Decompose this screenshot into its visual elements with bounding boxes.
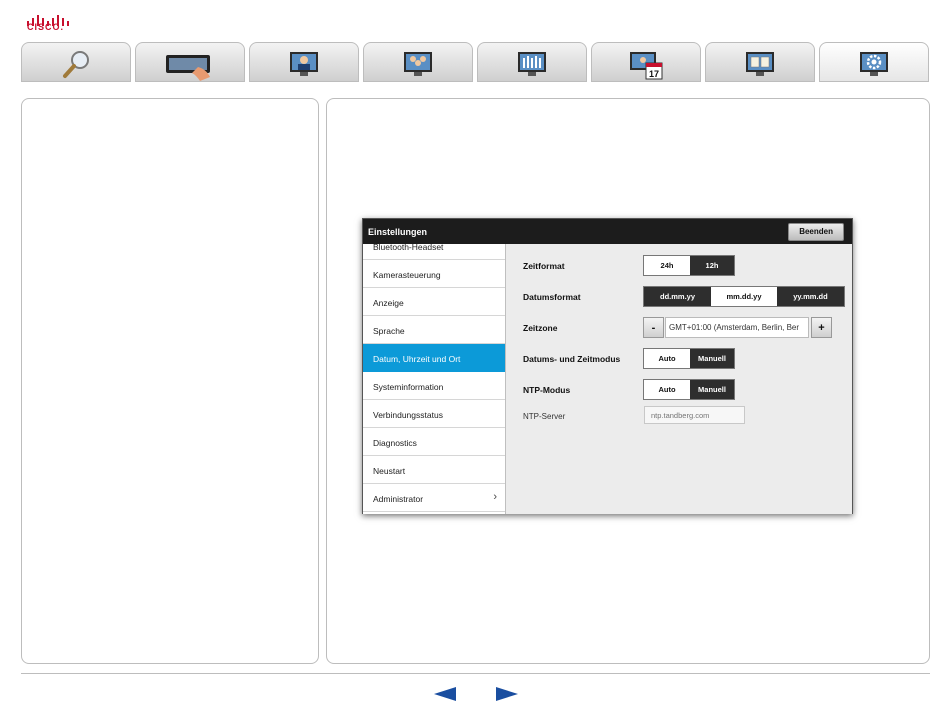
menu-item-language[interactable]: Sprache bbox=[363, 316, 505, 344]
camera-control-icon bbox=[518, 52, 546, 76]
date-time-mode-label: Datums- und Zeitmodus bbox=[523, 354, 621, 364]
timezone-decrement-button[interactable]: - bbox=[643, 317, 664, 338]
calendar-icon: 17 bbox=[630, 52, 663, 80]
date-time-mode-auto-option[interactable]: Auto bbox=[644, 349, 690, 368]
touch-panel-icon bbox=[166, 55, 210, 81]
ntp-mode-manual-option[interactable]: Manuell bbox=[690, 380, 734, 399]
left-content-panel bbox=[21, 98, 319, 664]
tab-multipoint-call[interactable] bbox=[363, 42, 473, 82]
timezone-increment-button[interactable]: + bbox=[811, 317, 832, 338]
time-format-label: Zeitformat bbox=[523, 261, 565, 271]
menu-item-camera-control[interactable]: Kamerasteuerung bbox=[363, 260, 505, 288]
date-time-mode-manual-option[interactable]: Manuell bbox=[690, 349, 734, 368]
menu-item-date-time-location[interactable]: Datum, Uhrzeit und Ort bbox=[363, 344, 505, 372]
ntp-server-input[interactable] bbox=[644, 406, 745, 424]
date-format-label: Datumsformat bbox=[523, 292, 581, 302]
timezone-value: GMT+01:00 (Amsterdam, Berlin, Ber bbox=[665, 317, 809, 338]
date-time-mode-toggle: Auto Manuell bbox=[643, 348, 735, 369]
tab-search[interactable] bbox=[21, 42, 131, 82]
tab-camera-control[interactable] bbox=[477, 42, 587, 82]
menu-item-diagnostics[interactable]: Diagnostics bbox=[363, 428, 505, 456]
date-format-yymmdd-option[interactable]: yy.mm.dd bbox=[777, 287, 844, 306]
tab-manual[interactable] bbox=[705, 42, 815, 82]
window-title-bar: Einstellungen Beenden bbox=[363, 219, 852, 244]
top-tab-bar: 17 bbox=[21, 42, 931, 83]
tab-touch-panel[interactable] bbox=[135, 42, 245, 82]
footer-divider bbox=[21, 673, 930, 674]
manual-book-icon bbox=[746, 52, 774, 76]
magnifier-icon bbox=[63, 51, 89, 78]
menu-item-bluetooth-headset[interactable]: Bluetooth-Headset bbox=[363, 244, 505, 260]
time-format-24h-option[interactable]: 24h bbox=[644, 256, 690, 275]
video-call-icon bbox=[290, 52, 318, 76]
previous-page-arrow-icon[interactable] bbox=[434, 687, 456, 701]
ntp-server-label: NTP-Server bbox=[523, 412, 566, 421]
settings-menu: Bluetooth-Headset Kamerasteuerung Anzeig… bbox=[363, 244, 506, 514]
ntp-mode-auto-option[interactable]: Auto bbox=[644, 380, 690, 399]
date-format-mmddyy-option[interactable]: mm.dd.yy bbox=[711, 287, 777, 306]
settings-gear-icon bbox=[860, 52, 888, 76]
ntp-mode-toggle: Auto Manuell bbox=[643, 379, 735, 400]
menu-item-system-information[interactable]: Systeminformation bbox=[363, 372, 505, 400]
multipoint-call-icon bbox=[404, 52, 432, 76]
window-title: Einstellungen bbox=[368, 227, 428, 237]
menu-item-display[interactable]: Anzeige bbox=[363, 288, 505, 316]
tab-calendar[interactable]: 17 bbox=[591, 42, 701, 82]
menu-item-administrator[interactable]: Administrator › bbox=[363, 484, 505, 512]
time-format-toggle: 24h 12h bbox=[643, 255, 735, 276]
tab-settings[interactable] bbox=[819, 42, 929, 82]
settings-content: Zeitformat 24h 12h Datumsformat dd.mm.yy… bbox=[506, 244, 852, 514]
calendar-day: 17 bbox=[649, 69, 659, 79]
close-button[interactable]: Beenden bbox=[788, 223, 844, 241]
menu-item-connection-status[interactable]: Verbindungsstatus bbox=[363, 400, 505, 428]
tab-video-call[interactable] bbox=[249, 42, 359, 82]
ntp-mode-label: NTP-Modus bbox=[523, 385, 571, 395]
chevron-right-icon: › bbox=[493, 491, 497, 503]
cisco-wordmark: CISCO. bbox=[27, 22, 65, 32]
menu-item-restart[interactable]: Neustart bbox=[363, 456, 505, 484]
date-format-toggle: dd.mm.yy mm.dd.yy yy.mm.dd bbox=[643, 286, 845, 307]
timezone-label: Zeitzone bbox=[523, 323, 558, 333]
time-format-12h-option[interactable]: 12h bbox=[690, 256, 734, 275]
settings-window: Einstellungen Beenden Bluetooth-Headset … bbox=[362, 218, 853, 514]
date-format-ddmmyy-option[interactable]: dd.mm.yy bbox=[644, 287, 711, 306]
next-page-arrow-icon[interactable] bbox=[496, 687, 518, 701]
